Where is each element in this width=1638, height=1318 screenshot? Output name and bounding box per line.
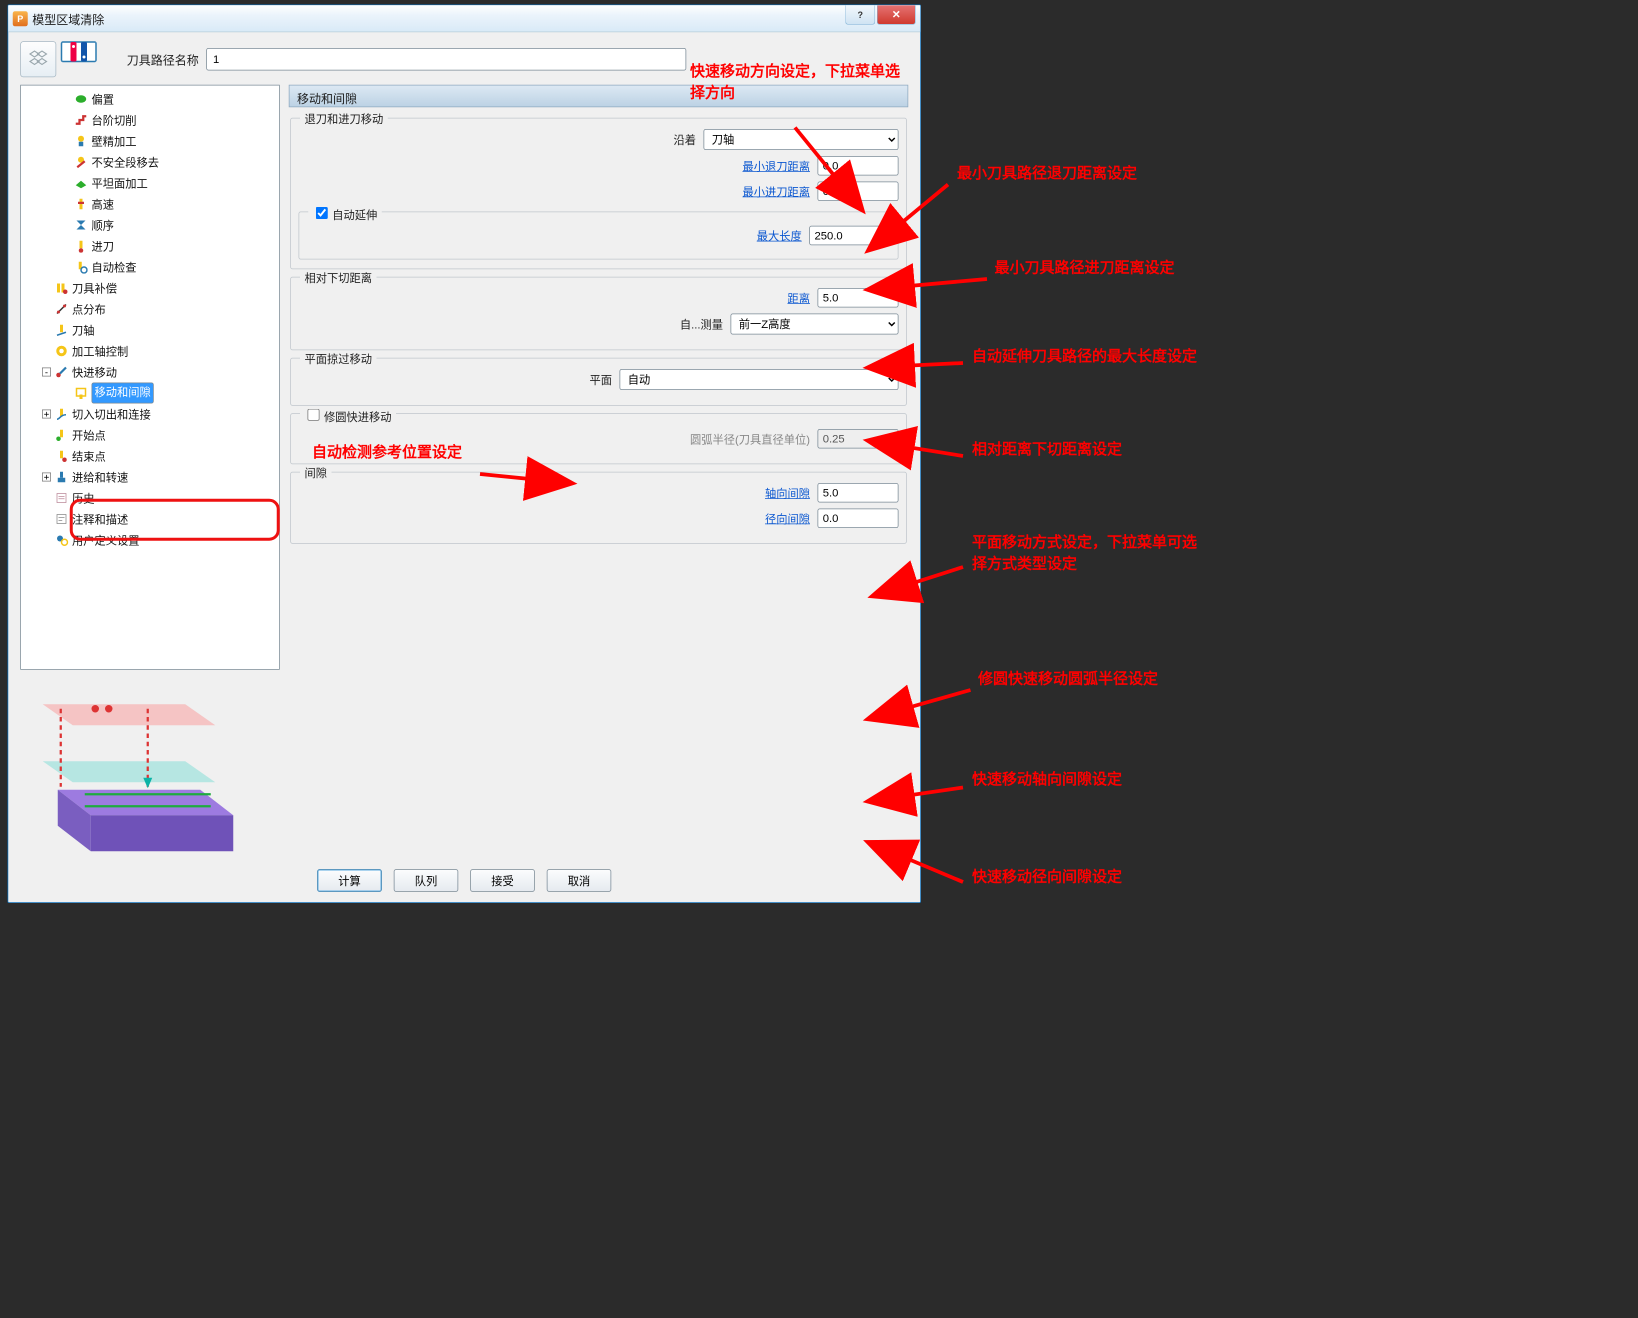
- arrow-layer: [0, 0, 1229, 989]
